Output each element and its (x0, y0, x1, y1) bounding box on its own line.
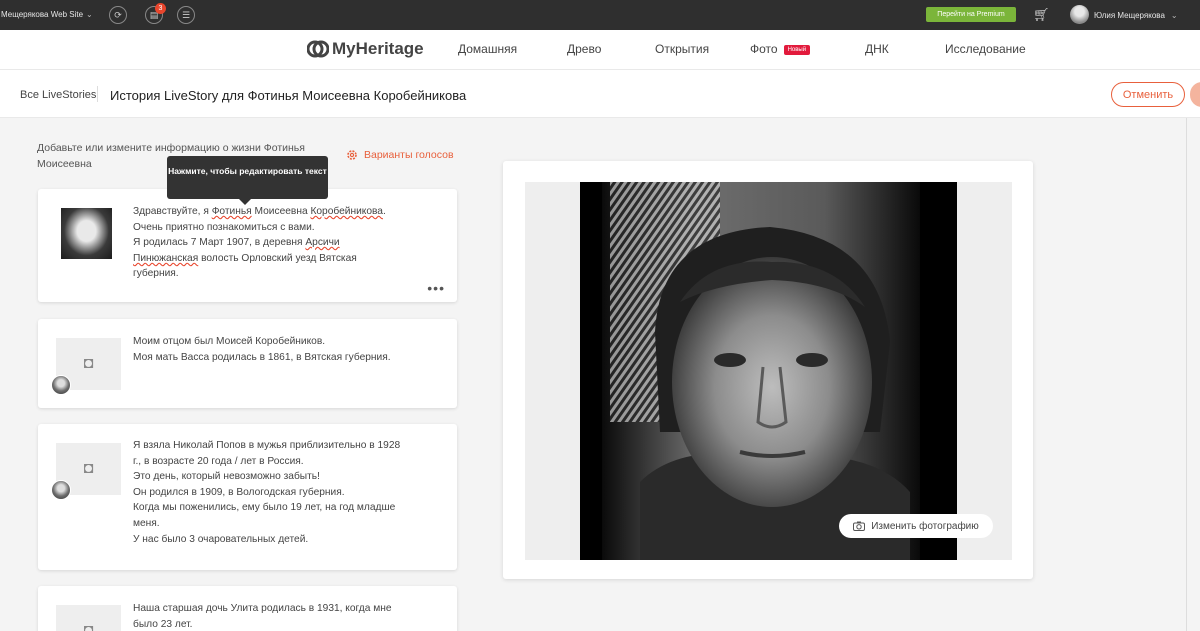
text-line: г., в возрасте 20 года / лет в Россия. (133, 455, 304, 467)
page-title: История LiveStory для Фотинья Моисеевна … (110, 88, 467, 103)
voice-options-label: Варианты голосов (364, 149, 454, 161)
new-badge: Новый (783, 45, 811, 55)
nav-dna[interactable]: ДНК (865, 42, 889, 56)
top-bar: Мещерякова Web Site ⌄ ⟳ ▤ 3 ☰ Перейти на… (0, 0, 1200, 30)
chevron-down-icon: ⌄ (86, 10, 93, 19)
text-line: Я взяла Николай Попов в мужья приблизите… (133, 440, 401, 451)
story-header: Все LiveStories История LiveStory для Фо… (0, 70, 1200, 118)
notifications-badge: 3 (155, 3, 166, 14)
person-avatar (51, 375, 71, 395)
camera-icon (853, 521, 866, 531)
nav-home[interactable]: Домашняя (458, 42, 517, 56)
add-photo-placeholder[interactable]: ◘ (56, 605, 121, 631)
card-menu-icon[interactable]: ••• (427, 280, 445, 296)
text-line: Очень приятно познакомиться с вами. (133, 221, 315, 233)
change-photo-label: Изменить фотографию (871, 520, 979, 532)
notifications-icon[interactable]: ▤ 3 (145, 3, 166, 24)
logo-mark-icon (307, 40, 329, 58)
save-button[interactable] (1190, 82, 1200, 107)
story-text[interactable]: Я взяла Николай Попов в мужья приблизите… (133, 438, 403, 547)
breadcrumb-divider (97, 86, 98, 102)
text-line: Он родился в 1909, в Вологодская губерни… (133, 486, 345, 498)
text-segment: волость Орловский уезд Вятская (198, 252, 357, 264)
sync-icon[interactable]: ⟳ (109, 6, 127, 24)
portrait-image (580, 182, 957, 560)
chevron-down-icon: ⌄ (1170, 11, 1178, 20)
portrait-thumbnail[interactable] (61, 208, 112, 259)
myheritage-logo[interactable]: MyHeritage (307, 39, 424, 59)
text-line: Это день, который невозможно забыть! (133, 471, 320, 483)
change-photo-button[interactable]: Изменить фотографию (839, 514, 993, 538)
main-nav: MyHeritage Домашняя Древо Открытия Фото Н… (0, 30, 1200, 70)
site-name: Мещерякова Web Site (1, 10, 84, 19)
story-card-4[interactable]: ◘ Наша старшая дочь Улита родилась в 193… (38, 586, 457, 631)
user-avatar[interactable] (1070, 5, 1089, 24)
text-line: Моим отцом был Моисей Коробейников. (133, 336, 326, 347)
user-menu[interactable]: Юлия Мещерякова ⌄ (1094, 11, 1178, 20)
text-segment: Я родилась 7 Март 1907, в деревня (133, 237, 306, 249)
nav-discoveries[interactable]: Открытия (655, 42, 709, 56)
text-line: губерния. (133, 268, 179, 280)
text-segment: Моисеевна (251, 206, 311, 217)
voice-options-link[interactable]: Варианты голосов (346, 149, 454, 161)
gear-icon (347, 150, 357, 160)
premium-button[interactable]: Перейти на Premium (926, 7, 1016, 22)
text-line: меня. (133, 517, 160, 529)
place-name: Арсичи (305, 237, 340, 249)
last-name: Коробейникова (310, 206, 383, 217)
text-line: Когда мы поженились, ему было 19 лет, на… (133, 502, 396, 514)
story-card-1[interactable]: Здравствуйте, я Фотинья Моисеевна Коробе… (38, 189, 457, 302)
site-selector[interactable]: Мещерякова Web Site ⌄ (1, 10, 93, 19)
photo-frame (525, 182, 1012, 560)
cancel-button[interactable]: Отменить (1111, 82, 1185, 107)
user-name: Юлия Мещерякова (1094, 11, 1165, 20)
cart-icon[interactable]: 🛒︎ (1033, 7, 1050, 23)
nav-photos[interactable]: Фото Новый (750, 42, 811, 56)
nav-photos-label: Фото (750, 42, 778, 56)
story-text[interactable]: Здравствуйте, я Фотинья Моисеевна Коробе… (133, 204, 403, 282)
place-name: Пинюжанская (133, 252, 199, 264)
person-avatar (51, 480, 71, 500)
story-text[interactable]: Наша старшая дочь Улита родилась в 1931,… (133, 601, 403, 631)
first-name: Фотинья (211, 206, 252, 217)
text-line: Наша старшая дочь Улита родилась в 1931,… (133, 603, 392, 614)
story-text[interactable]: Моим отцом был Моисей Коробейников. Моя … (133, 334, 403, 365)
text-segment: . (382, 206, 386, 217)
story-card-3[interactable]: ◘ Я взяла Николай Попов в мужья приблизи… (38, 424, 457, 570)
text-line: было 23 лет. (133, 618, 193, 630)
edit-tooltip: Нажмите, чтобы редактировать текст (167, 156, 328, 205)
text-line: У нас было 3 очаровательных детей. (133, 533, 309, 545)
text-line: Моя мать Васса родилась в 1861, в Вятска… (133, 351, 391, 363)
camera-icon: ◘ (83, 460, 94, 477)
portrait-photo[interactable] (580, 182, 957, 560)
page-edge-divider (1186, 118, 1187, 631)
logo-text: MyHeritage (332, 39, 424, 58)
camera-icon: ◘ (83, 355, 94, 372)
nav-tree[interactable]: Древо (567, 42, 601, 56)
breadcrumb-all-livestories[interactable]: Все LiveStories (20, 89, 96, 101)
camera-icon: ◘ (83, 622, 94, 631)
text-segment: Здравствуйте, я (133, 206, 212, 217)
tools-icon[interactable]: ☰ (177, 6, 195, 24)
nav-research[interactable]: Исследование (945, 42, 1026, 56)
story-card-2[interactable]: ◘ Моим отцом был Моисей Коробейников. Мо… (38, 319, 457, 408)
